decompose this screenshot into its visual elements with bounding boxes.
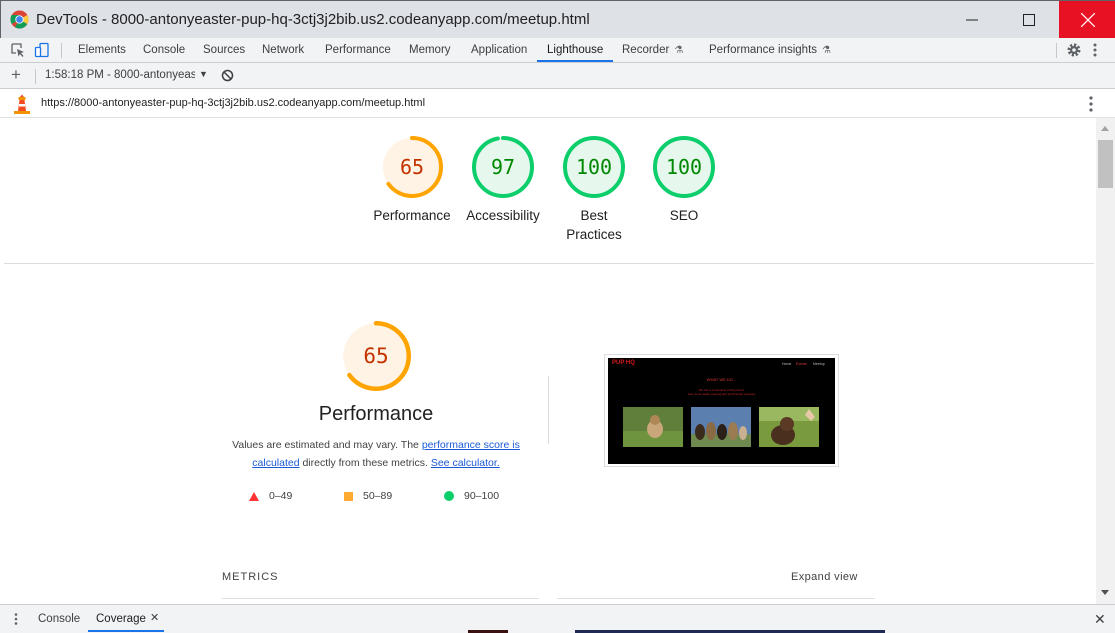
maximize-icon: [1022, 13, 1035, 26]
devtools-drawer: Console Coverage ✕ ✕: [0, 604, 1115, 633]
drawer-tab-coverage-label: Coverage: [96, 613, 146, 625]
clear-reports-icon[interactable]: [221, 69, 234, 82]
gauge-label[interactable]: SEO: [634, 206, 734, 225]
tab-recorder[interactable]: Recorder ⚗: [622, 38, 683, 62]
report-select[interactable]: 1:58:18 PM - 8000-antonyeast: [45, 69, 195, 81]
screenshot-nav-item: Home: [782, 362, 792, 366]
new-report-plus-icon[interactable]: +: [11, 66, 21, 84]
vertical-divider: [548, 376, 549, 444]
gauge-score: 65: [399, 155, 425, 179]
dogs-group-photo-image: [691, 407, 751, 447]
gauge-label[interactable]: Accessibility: [453, 206, 553, 225]
minimize-icon: [965, 19, 978, 20]
report-menu-icon[interactable]: [1088, 96, 1094, 112]
report-scrollbar[interactable]: [1096, 118, 1115, 604]
puppy-photo-image: [759, 407, 819, 447]
gauge-score: 100: [575, 155, 613, 179]
legend-average: 50–89: [344, 490, 392, 502]
close-window-button[interactable]: [1059, 1, 1115, 38]
metrics-heading: METRICS: [222, 571, 279, 583]
see-calculator-link[interactable]: See calculator.: [431, 457, 500, 469]
toolbar-separator: [1056, 43, 1057, 58]
chrome-logo-icon: [10, 10, 29, 29]
metrics-divider: [222, 598, 539, 599]
legend-pass: 90–100: [444, 490, 499, 502]
scrollbar-thumb[interactable]: [1098, 140, 1113, 188]
legend-range: 0–49: [269, 490, 293, 502]
gauge-label[interactable]: Best Practices: [559, 206, 629, 244]
tab-lighthouse[interactable]: Lighthouse: [537, 38, 614, 62]
legend-range: 50–89: [363, 490, 393, 502]
report-url: https://8000-antonyeaster-pup-hq-3ctj3j2…: [41, 97, 426, 109]
dropdown-caret-icon[interactable]: ▼: [199, 69, 208, 79]
final-screenshot[interactable]: PUP HQ Home Events Meetup WHAT WE DO... …: [604, 354, 839, 467]
drawer-menu-icon[interactable]: [14, 613, 18, 625]
flask-icon: ⚗: [822, 45, 831, 56]
close-drawer-icon[interactable]: ✕: [1094, 612, 1106, 626]
tab-memory[interactable]: Memory: [409, 38, 451, 62]
tab-elements[interactable]: Elements: [78, 38, 126, 62]
square-icon: [344, 491, 353, 501]
tab-recorder-label: Recorder: [622, 44, 670, 56]
tab-application[interactable]: Application: [471, 38, 527, 62]
performance-description: Values are estimated and may vary. The p…: [222, 436, 530, 472]
dog-photo-image: [623, 407, 683, 447]
more-options-icon[interactable]: [1092, 42, 1098, 58]
performance-category-gauge: 65: [341, 321, 411, 391]
scroll-up-arrow-icon[interactable]: [1101, 126, 1109, 131]
maximize-button[interactable]: [1000, 1, 1057, 38]
lighthouse-toolbar: + 1:58:18 PM - 8000-antonyeast ▼: [0, 63, 1115, 89]
performance-score: 65: [363, 344, 389, 368]
performance-score-gauge[interactable]: 65: [381, 136, 443, 198]
summary-divider: [4, 263, 1094, 264]
expand-view-toggle[interactable]: Expand view: [791, 571, 858, 583]
tab-network[interactable]: Network: [262, 38, 304, 62]
report-url-bar: https://8000-antonyeaster-pup-hq-3ctj3j2…: [0, 89, 1115, 118]
tab-performance-insights-label: Performance insights: [709, 44, 818, 56]
device-toolbar-icon[interactable]: [34, 42, 50, 58]
settings-gear-icon[interactable]: [1066, 42, 1082, 58]
triangle-icon: [249, 491, 259, 501]
metrics-divider: [557, 598, 875, 599]
tab-performance[interactable]: Performance: [325, 38, 391, 62]
tab-performance-insights[interactable]: Performance insights ⚗: [709, 38, 831, 62]
drawer-tab-console[interactable]: Console: [38, 605, 80, 632]
lighthouse-logo-icon: [14, 94, 30, 114]
screenshot-subtext: Join us for walks, training tips and fri…: [687, 392, 756, 396]
description-text: directly from these metrics.: [302, 457, 428, 469]
inspect-element-icon[interactable]: [10, 42, 26, 58]
close-icon: [1080, 12, 1095, 27]
circle-icon: [444, 491, 454, 502]
screenshot-page: PUP HQ Home Events Meetup WHAT WE DO... …: [608, 358, 835, 464]
minimize-button[interactable]: [943, 1, 1000, 38]
screenshot-nav-item: Meetup: [813, 362, 825, 366]
close-tab-icon[interactable]: ✕: [150, 613, 159, 624]
gauge-label[interactable]: Performance: [362, 206, 462, 225]
scroll-down-arrow-icon[interactable]: [1101, 590, 1109, 595]
screenshot-heading: WHAT WE DO...: [706, 377, 737, 382]
legend-range: 90–100: [464, 490, 500, 502]
tab-sources[interactable]: Sources: [203, 38, 245, 62]
gauge-score: 100: [665, 155, 703, 179]
accessibility-score-gauge[interactable]: 97: [472, 136, 534, 198]
best-practices-score-gauge[interactable]: 100: [563, 136, 625, 198]
screenshot-brand: PUP HQ: [612, 360, 635, 366]
performance-title: Performance: [318, 403, 434, 425]
toolbar-separator: [61, 43, 62, 58]
flask-icon: ⚗: [674, 45, 684, 56]
devtools-tab-strip: Elements Console Sources Network Perform…: [0, 38, 1115, 63]
gauge-score: 97: [490, 155, 516, 179]
lighthouse-report: 65 Performance 97 Accessibility 100 Best…: [0, 118, 1096, 604]
toolbar-separator: [35, 69, 36, 84]
description-text: Values are estimated and may vary. The: [232, 439, 419, 451]
legend-fail: 0–49: [249, 490, 292, 502]
screenshot-nav-item: Events: [796, 362, 807, 366]
seo-score-gauge[interactable]: 100: [653, 136, 715, 198]
tab-console[interactable]: Console: [143, 38, 185, 62]
window-title: DevTools - 8000-antonyeaster-pup-hq-3ctj…: [36, 11, 590, 28]
window-titlebar: DevTools - 8000-antonyeaster-pup-hq-3ctj…: [0, 0, 1115, 38]
